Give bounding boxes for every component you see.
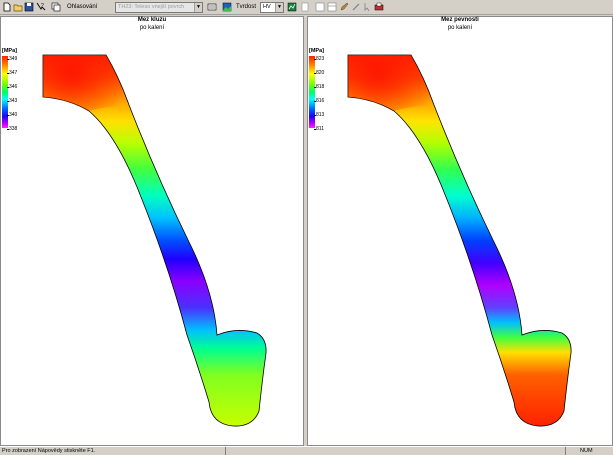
hardness-select[interactable]: HV ▼	[260, 2, 284, 13]
cursor-icon[interactable]	[362, 2, 372, 12]
copy-icon[interactable]	[51, 2, 61, 12]
hot-zone	[348, 55, 434, 111]
help-icon[interactable]: ?	[36, 2, 46, 12]
chevron-down-icon[interactable]: ▼	[194, 3, 202, 12]
settings-icon[interactable]	[207, 2, 217, 12]
hot-zone	[43, 55, 129, 111]
window-icon[interactable]	[315, 2, 325, 12]
mode-select-value: TH23: Teleso vnejší povrch	[118, 4, 185, 10]
toolbar: ? Ohlasování TH23: Teleso vnejší povrch …	[0, 0, 613, 15]
image-icon[interactable]	[222, 2, 232, 12]
tensile-strength-panel: Mez pevnosti po kalení [MPa] 823 820 818…	[307, 16, 613, 446]
print-icon[interactable]	[374, 2, 384, 12]
yield-strength-field	[42, 54, 267, 427]
mode-label: Ohlasování	[67, 4, 98, 10]
num-lock-indicator: NUM	[580, 448, 593, 454]
yield-strength-panel: Mez kluzu po kalení [MPa] 349 347 346 34…	[0, 16, 304, 446]
svg-text:?: ?	[41, 3, 44, 9]
hardness-label: Tvrdost	[236, 4, 257, 10]
chart-icon[interactable]	[287, 2, 297, 12]
hardness-select-value: HV	[263, 4, 271, 10]
status-message: Pro zobrazení Nápovědy stiskněte F1.	[2, 448, 96, 454]
mode-select[interactable]: TH23: Teleso vnejší povrch ▼	[115, 2, 203, 13]
part-cross-section	[42, 54, 267, 427]
open-icon[interactable]	[13, 2, 23, 12]
chevron-down-icon[interactable]: ▼	[275, 3, 283, 12]
new-icon[interactable]	[2, 2, 12, 12]
blank-icon[interactable]	[300, 2, 310, 12]
status-bar: Pro zobrazení Nápovědy stiskněte F1. NUM	[0, 446, 613, 455]
edit-icon[interactable]	[339, 2, 349, 12]
layout-icon[interactable]	[327, 2, 337, 12]
part-cross-section	[347, 54, 572, 427]
tensile-strength-field	[347, 54, 572, 427]
save-icon[interactable]	[24, 2, 34, 12]
pen-icon[interactable]	[351, 2, 361, 12]
